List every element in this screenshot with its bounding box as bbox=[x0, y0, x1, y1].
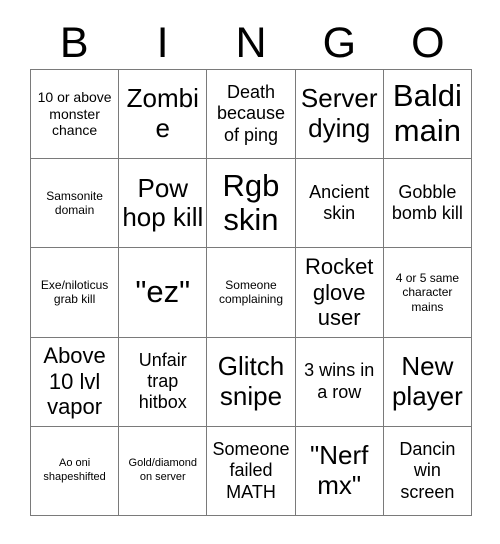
bingo-cell-b5[interactable]: Ao oni shapeshifted bbox=[31, 426, 120, 516]
bingo-cell-g5[interactable]: "Nerf mx" bbox=[295, 426, 384, 516]
bingo-cell-label: New player bbox=[391, 351, 463, 411]
bingo-cell-label: Someone failed MATH bbox=[212, 439, 290, 502]
bingo-cell-n4[interactable]: Glitch snipe bbox=[207, 337, 296, 427]
bingo-cell-b1[interactable]: 10 or above monster chance bbox=[31, 70, 120, 160]
bingo-cell-label: Ancient skin bbox=[309, 182, 370, 224]
bingo-cell-b3[interactable]: Exe/niloticus grab kill bbox=[31, 248, 120, 338]
bingo-cell-label: Someone complaining bbox=[218, 277, 284, 307]
bingo-header-row: B I N G O bbox=[30, 18, 472, 68]
bingo-header-letter-b: B bbox=[59, 19, 89, 67]
bingo-cell-label: Unfair trap hitbox bbox=[138, 349, 187, 413]
bingo-cell-b2[interactable]: Samsonite domain bbox=[31, 159, 120, 249]
bingo-cell-label: Dancin win screen bbox=[399, 439, 456, 502]
bingo-cell-label: Ao oni shapeshifted bbox=[43, 457, 106, 483]
bingo-cell-label: Gold/diamond on server bbox=[128, 457, 198, 483]
bingo-card: B I N G O 10 or above monster chance Zom… bbox=[0, 0, 500, 544]
bingo-cell-i5[interactable]: Gold/diamond on server bbox=[119, 426, 208, 516]
bingo-cell-n5[interactable]: Someone failed MATH bbox=[207, 426, 296, 516]
bingo-header-letter-i: I bbox=[156, 19, 169, 67]
bingo-cell-label: 3 wins in a row bbox=[304, 360, 375, 402]
bingo-cell-i4[interactable]: Unfair trap hitbox bbox=[119, 337, 208, 427]
bingo-cell-o3[interactable]: 4 or 5 same character mains bbox=[383, 248, 472, 338]
bingo-grid: 10 or above monster chance Zombie Death … bbox=[30, 69, 472, 516]
bingo-cell-label: "Nerf mx" bbox=[310, 440, 369, 500]
bingo-cell-label: Zombie bbox=[126, 83, 199, 144]
bingo-cell-label: Rocket glove user bbox=[304, 254, 374, 331]
bingo-cell-o1[interactable]: Baldi main bbox=[383, 70, 472, 160]
bingo-cell-i2[interactable]: Pow hop kill bbox=[119, 159, 208, 249]
bingo-cell-n2[interactable]: Rgb skin bbox=[207, 159, 296, 249]
bingo-cell-g2[interactable]: Ancient skin bbox=[295, 159, 384, 249]
bingo-cell-label: Server dying bbox=[300, 83, 378, 144]
bingo-cell-label: Rgb skin bbox=[222, 167, 280, 238]
bingo-cell-o5[interactable]: Dancin win screen bbox=[383, 426, 472, 516]
bingo-cell-label: 4 or 5 same character mains bbox=[395, 270, 460, 314]
bingo-cell-g3[interactable]: Rocket glove user bbox=[295, 248, 384, 338]
bingo-cell-label: Glitch snipe bbox=[217, 351, 285, 411]
bingo-cell-label: Death because of ping bbox=[216, 82, 286, 145]
bingo-cell-label: Baldi main bbox=[392, 78, 462, 149]
bingo-cell-i3[interactable]: "ez" bbox=[119, 248, 208, 338]
bingo-cell-label: "ez" bbox=[135, 274, 191, 310]
bingo-header-letter-g: G bbox=[322, 19, 357, 67]
bingo-cell-g1[interactable]: Server dying bbox=[295, 70, 384, 160]
bingo-cell-label: Above 10 lvl vapor bbox=[43, 343, 106, 420]
bingo-cell-g4[interactable]: 3 wins in a row bbox=[295, 337, 384, 427]
bingo-cell-i1[interactable]: Zombie bbox=[119, 70, 208, 160]
bingo-cell-label: Pow hop kill bbox=[122, 172, 204, 233]
bingo-cell-label: 10 or above monster chance bbox=[37, 88, 112, 139]
bingo-header-letter-n: N bbox=[235, 19, 267, 67]
bingo-cell-label: Exe/niloticus grab kill bbox=[40, 277, 109, 307]
bingo-cell-n3[interactable]: Someone complaining bbox=[207, 248, 296, 338]
bingo-cell-label: Samsonite domain bbox=[46, 188, 103, 218]
bingo-cell-n1[interactable]: Death because of ping bbox=[207, 70, 296, 160]
bingo-cell-label: Gobble bomb kill bbox=[391, 182, 463, 224]
bingo-cell-o2[interactable]: Gobble bomb kill bbox=[383, 159, 472, 249]
bingo-cell-o4[interactable]: New player bbox=[383, 337, 472, 427]
bingo-header-letter-o: O bbox=[411, 19, 445, 67]
bingo-cell-b4[interactable]: Above 10 lvl vapor bbox=[31, 337, 120, 427]
